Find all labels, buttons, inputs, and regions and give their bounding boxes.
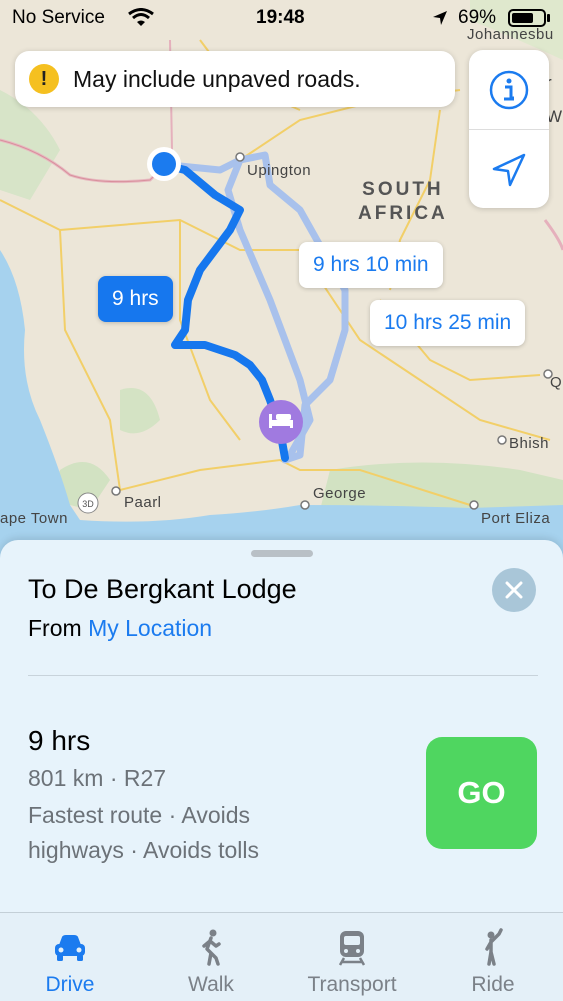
walking-person-icon: [202, 929, 221, 966]
controls-divider: [469, 129, 549, 130]
map-controls: [469, 50, 549, 208]
country-label-line1: SOUTH: [362, 179, 444, 200]
go-button[interactable]: GO: [426, 737, 537, 849]
info-icon[interactable]: [487, 68, 531, 112]
carrier-text: No Service: [12, 7, 105, 28]
origin-link[interactable]: My Location: [88, 615, 212, 641]
wifi-icon: [128, 8, 154, 26]
place-upington: Upington: [247, 162, 312, 179]
route-label-selected[interactable]: 9 hrs: [98, 276, 173, 322]
origin-prefix: From: [28, 615, 82, 641]
3d-badge: 3D: [82, 499, 94, 509]
tab-ride-label: Ride: [471, 973, 515, 996]
car-icon: [55, 935, 85, 961]
close-icon: [505, 581, 523, 599]
battery-percent: 69%: [458, 7, 497, 28]
warning-text: May include unpaved roads.: [73, 65, 361, 92]
tab-drive[interactable]: Drive: [0, 913, 140, 1001]
transport-mode-tabbar: Drive Walk Transport Ride: [0, 912, 563, 1001]
place-george: George: [313, 485, 367, 502]
hailing-person-icon: [485, 928, 503, 966]
unpaved-roads-warning[interactable]: ! May include unpaved roads.: [15, 51, 455, 107]
directions-sheet: To De Bergkant Lodge From My Location 9 …: [0, 540, 563, 912]
route-label-alt-2[interactable]: 10 hrs 25 min: [370, 300, 526, 346]
close-button[interactable]: [492, 568, 536, 612]
sheet-grabber[interactable]: [251, 550, 313, 557]
location-arrow-icon[interactable]: [487, 148, 531, 192]
route-duration[interactable]: 9 hrs: [28, 725, 90, 757]
exclamation-icon: !: [29, 64, 59, 94]
tab-walk[interactable]: Walk: [141, 913, 281, 1001]
tab-walk-label: Walk: [188, 973, 234, 996]
sheet-divider: [28, 675, 538, 676]
tab-drive-label: Drive: [45, 973, 95, 996]
battery-fill: [512, 13, 533, 23]
battery-icon: [508, 9, 546, 27]
location-services-icon: [433, 11, 447, 25]
country-label-line2: AFRICA: [358, 203, 448, 224]
place-paarl: Paarl: [124, 494, 162, 511]
route-notes-line2: highways · Avoids tolls: [28, 837, 259, 863]
tab-transport-label: Transport: [307, 973, 397, 996]
origin-line: From My Location: [28, 615, 212, 642]
train-icon: [338, 931, 366, 966]
status-bar: No Service 19:48 69%: [0, 0, 563, 36]
country-label: SOUTH AFRICA: [358, 178, 448, 226]
route-label-alt-1[interactable]: 9 hrs 10 min: [299, 242, 443, 288]
destination-title: To De Bergkant Lodge: [28, 574, 297, 604]
clock: 19:48: [256, 7, 305, 28]
place-bhisho: Bhish: [509, 435, 550, 452]
battery-cap: [547, 14, 550, 22]
place-cape-town: ape Town: [0, 510, 68, 527]
route-summary: 801 km · R27: [28, 765, 167, 791]
route-notes-line1: Fastest route · Avoids: [28, 802, 251, 828]
tab-transport[interactable]: Transport: [282, 913, 422, 1001]
tab-ride[interactable]: Ride: [423, 913, 563, 1001]
place-edge-q: Q: [550, 374, 563, 391]
place-port-elizabeth: Port Eliza: [481, 510, 551, 527]
